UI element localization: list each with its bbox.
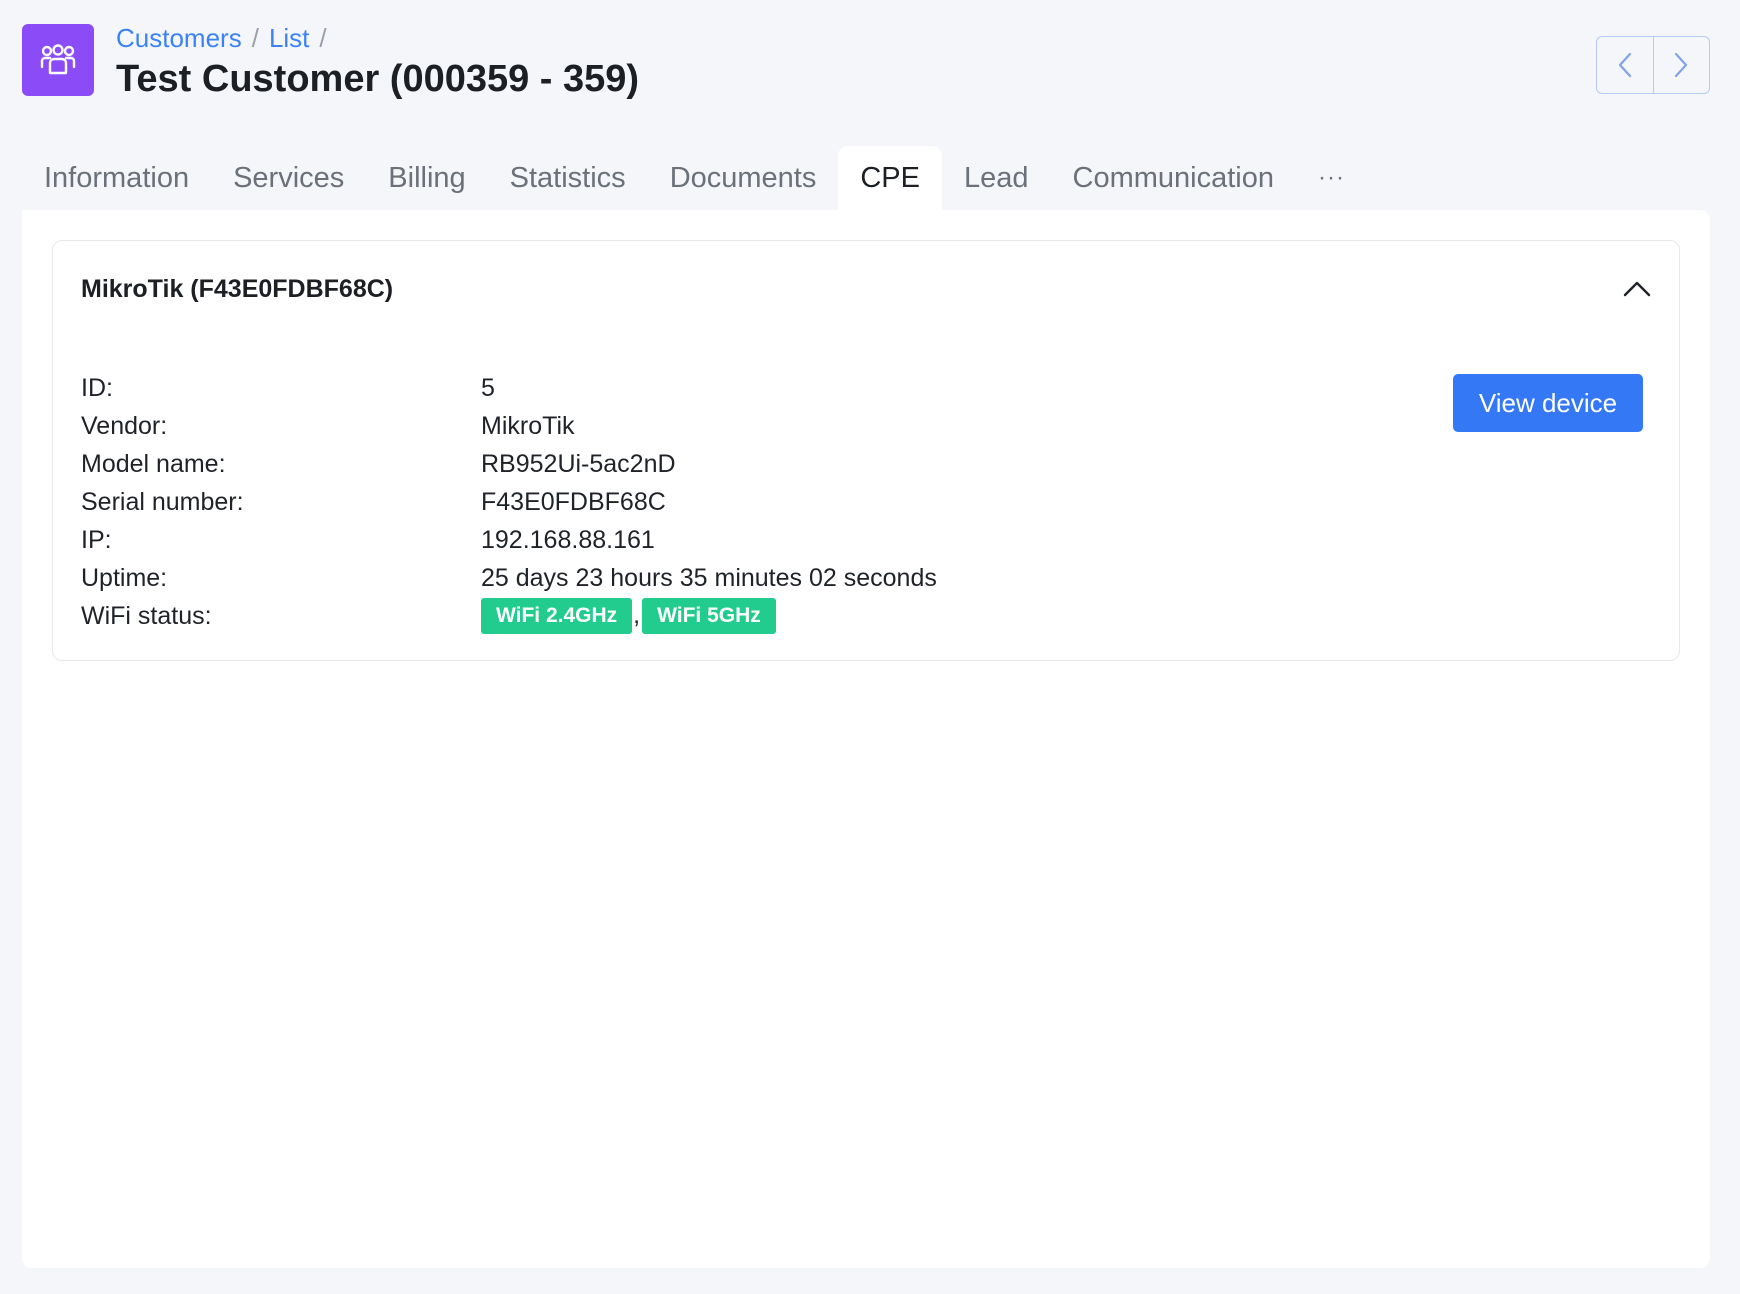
detail-row: IP: 192.168.88.161 [81,521,937,559]
record-pager [1596,36,1710,94]
serial-number-value: F43E0FDBF68C [481,487,666,516]
wifi-status-label: WiFi status: [81,601,212,630]
badge-separator: , [633,600,641,629]
tab-statistics[interactable]: Statistics [488,146,648,210]
uptime-value: 25 days 23 hours 35 minutes 02 seconds [481,563,937,592]
tab-more[interactable]: ··· [1296,146,1367,210]
detail-row: Uptime: 25 days 23 hours 35 minutes 02 s… [81,559,937,597]
customers-group-icon [22,24,94,96]
tab-information[interactable]: Information [22,146,211,210]
tab-cpe[interactable]: CPE [838,146,942,210]
device-title: MikroTik (F43E0FDBF68C) [81,275,394,303]
page-header: Customers / List / Test Customer (000359 - … [22,22,1710,102]
cpe-device-card: MikroTik (F43E0FDBF68C) ID: 5 Vendor: Mi… [52,240,1680,661]
detail-row: ID: 5 [81,369,937,407]
breadcrumb-list-link[interactable]: List [269,23,309,53]
detail-row: Serial number: F43E0FDBF68C [81,483,937,521]
id-value: 5 [481,373,495,402]
ip-label: IP: [81,525,112,554]
chevron-up-icon [1623,281,1651,297]
view-device-button[interactable]: View device [1453,374,1643,432]
customer-tabs: Information Services Billing Statistics … [22,146,1367,210]
tab-billing[interactable]: Billing [366,146,487,210]
uptime-label: Uptime: [81,563,168,592]
breadcrumb: Customers / List / [116,22,337,54]
next-record-button[interactable] [1652,37,1710,93]
tab-content-panel: MikroTik (F43E0FDBF68C) ID: 5 Vendor: Mi… [22,210,1710,1268]
wifi-5ghz-badge: WiFi 5GHz [642,598,776,634]
tab-lead[interactable]: Lead [942,146,1051,210]
wifi-status-value: WiFi 2.4GHz, WiFi 5GHz [481,598,776,634]
breadcrumb-customers-link[interactable]: Customers [116,23,242,53]
vendor-label: Vendor: [81,411,168,440]
collapse-button[interactable] [1621,273,1653,305]
breadcrumb-separator: / [319,23,327,53]
ip-value: 192.168.88.161 [481,525,655,554]
model-name-label: Model name: [81,449,226,478]
tab-documents[interactable]: Documents [648,146,839,210]
device-details: ID: 5 Vendor: MikroTik Model name: RB952… [81,369,937,635]
chevron-left-icon [1618,52,1631,78]
page-title: Test Customer (000359 - 359) [116,58,640,100]
previous-record-button[interactable] [1597,37,1653,93]
tab-services[interactable]: Services [211,146,366,210]
vendor-value: MikroTik [481,411,575,440]
detail-row: Model name: RB952Ui-5ac2nD [81,445,937,483]
detail-row: WiFi status: WiFi 2.4GHz, WiFi 5GHz [81,597,937,635]
tab-communication[interactable]: Communication [1051,146,1296,210]
chevron-right-icon [1675,52,1688,78]
serial-number-label: Serial number: [81,487,244,516]
breadcrumb-separator: / [251,23,259,53]
id-label: ID: [81,373,113,402]
wifi-24ghz-badge: WiFi 2.4GHz [481,598,633,634]
model-name-value: RB952Ui-5ac2nD [481,449,676,478]
detail-row: Vendor: MikroTik [81,407,937,445]
